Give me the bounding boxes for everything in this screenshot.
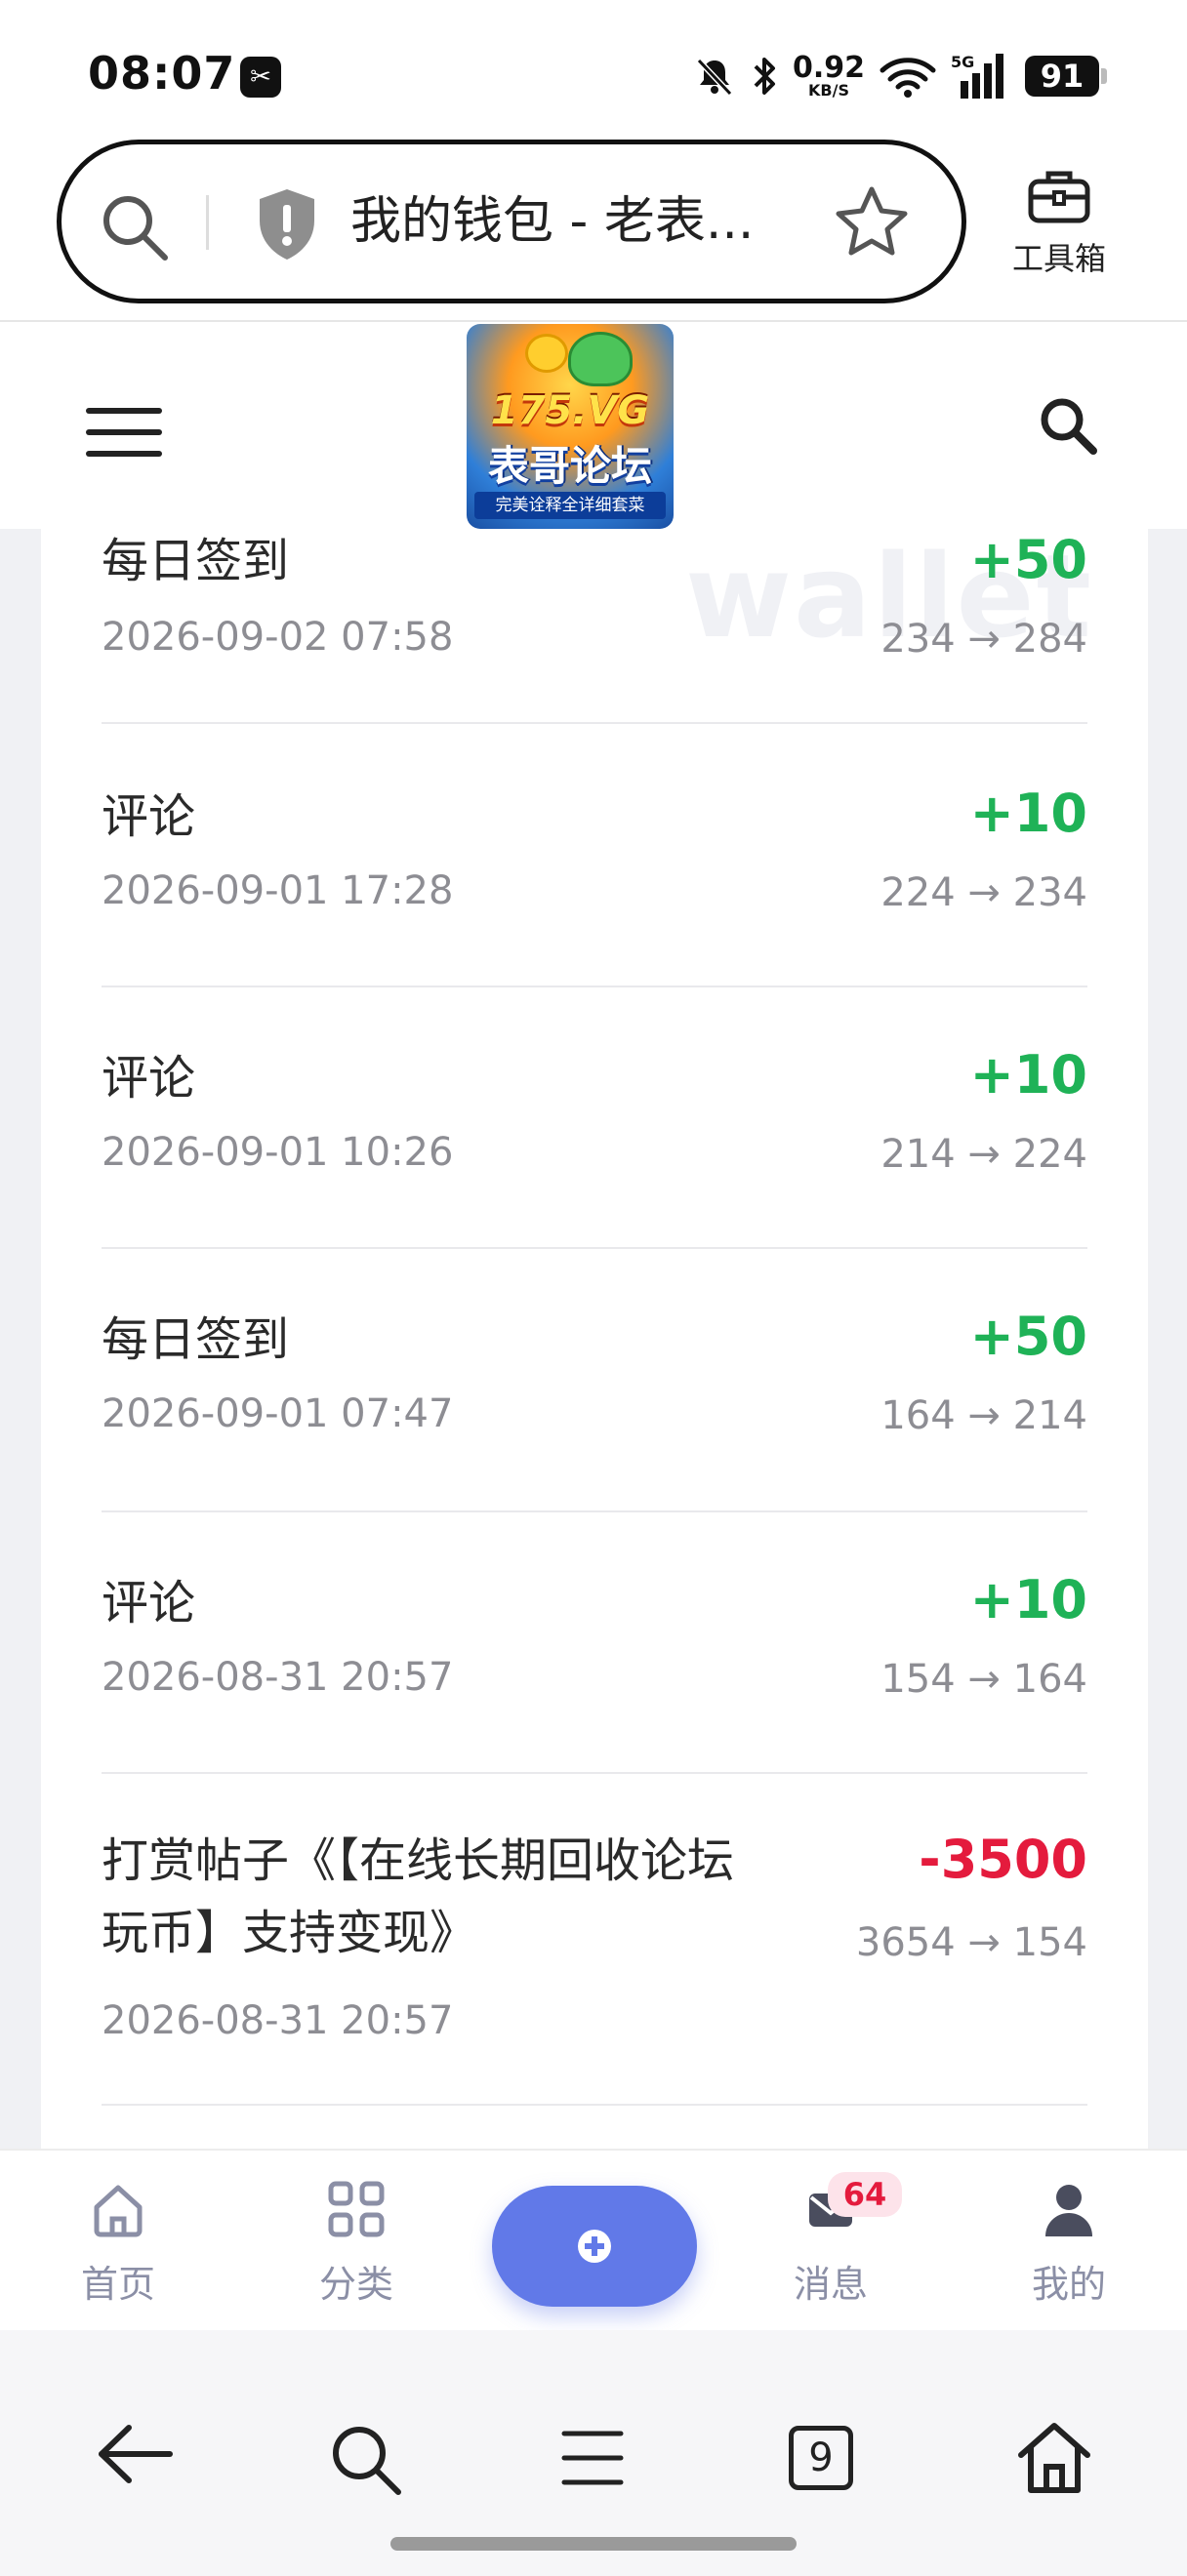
entry-title: 评论 [102, 1576, 196, 1630]
browser-toolbar: 9 [0, 2330, 1187, 2576]
status-bar: 08:07 ✂ 0.92 KB/S 5G 91 [0, 0, 1187, 146]
bluetooth-icon [754, 58, 775, 95]
entry-amount: +10 [969, 783, 1087, 844]
entry-date: 2026-08-31 20:57 [102, 1655, 454, 1700]
nav-home[interactable]: 首页 [45, 2180, 191, 2308]
grid-icon [328, 2181, 385, 2237]
svg-text:5G: 5G [951, 53, 974, 71]
home-icon [94, 2185, 143, 2237]
entry-date: 2026-09-01 10:26 [102, 1130, 454, 1175]
entry-balance: 234 → 284 [880, 617, 1087, 662]
entry-balance: 224 → 234 [880, 870, 1087, 915]
back-arrow-icon[interactable] [96, 2420, 176, 2488]
entry-date: 2026-09-01 17:28 [102, 868, 454, 913]
status-icons: 0.92 KB/S 5G 91 [693, 49, 1107, 103]
wallet-card: wallet 每日签到 2026-09-02 07:58 +50 234 → 2… [41, 529, 1148, 2149]
nav-mine-label: 我的 [1031, 2263, 1106, 2306]
entry-amount: +10 [969, 1569, 1087, 1630]
entry-amount: +50 [969, 529, 1087, 590]
site-header: 175.VG 表哥论坛 完美诠释全详细套菜 [0, 324, 1187, 529]
entry-title-line-1: 打赏帖子《【在线长期回收论坛 [102, 1833, 735, 1888]
shield-warning-icon[interactable] [253, 185, 321, 263]
entry-amount: -3500 [919, 1829, 1087, 1890]
site-search-icon[interactable] [1037, 394, 1099, 457]
entry-balance: 164 → 214 [880, 1393, 1087, 1438]
wallet-entry[interactable]: 评论 2026-09-01 10:26 +10 214 → 224 [102, 987, 1087, 1249]
entry-balance: 3654 → 154 [855, 1920, 1087, 1965]
gesture-bar[interactable] [390, 2537, 797, 2551]
main-content: wallet 每日签到 2026-09-02 07:58 +50 234 → 2… [0, 529, 1187, 2149]
user-icon [1045, 2185, 1092, 2236]
wifi-icon [880, 58, 936, 98]
battery-indicator: 91 [1025, 56, 1107, 97]
home-icon[interactable] [1015, 2420, 1093, 2496]
toolbox-label: 工具箱 [1011, 240, 1106, 277]
messages-badge: 64 [828, 2172, 902, 2217]
site-logo[interactable]: 175.VG 表哥论坛 完美诠释全详细套菜 [467, 324, 674, 529]
address-divider [206, 195, 209, 250]
wallet-entry[interactable]: 打赏帖子《【在线长期回收论坛 玩币】支持变现》 2026-08-31 20:57… [102, 1774, 1087, 2106]
nav-category[interactable]: 分类 [283, 2180, 430, 2308]
search-icon[interactable] [97, 189, 171, 263]
entry-title: 评论 [102, 1051, 196, 1106]
entry-amount: +50 [969, 1306, 1087, 1367]
tabs-button[interactable]: 9 [789, 2426, 853, 2490]
nav-category-label: 分类 [318, 2263, 393, 2306]
wallet-entry[interactable]: 评论 2026-08-31 20:57 +10 154 → 164 [102, 1512, 1087, 1774]
capcut-icon: ✂ [240, 57, 281, 98]
mute-bell-icon [696, 58, 733, 97]
browser-address-row: 我的钱包 - 老表... 工具箱 [0, 137, 1187, 322]
entry-amount: +10 [969, 1044, 1087, 1106]
toolbox-icon [1028, 171, 1090, 223]
entry-title-line-2: 玩币】支持变现》 [102, 1906, 477, 1960]
nav-home-label: 首页 [80, 2263, 155, 2306]
bookmark-star-icon[interactable] [833, 183, 911, 262]
plus-circle-icon [578, 2230, 611, 2263]
nav-mine[interactable]: 我的 [996, 2180, 1142, 2308]
entry-date: 2026-09-01 07:47 [102, 1391, 454, 1436]
wallet-entry[interactable]: 评论 2026-09-01 17:28 +10 224 → 234 [102, 724, 1087, 987]
signal-5g-icon: 5G [951, 53, 1003, 99]
address-bar[interactable]: 我的钱包 - 老表... [57, 140, 966, 303]
entry-date: 2026-09-02 07:58 [102, 615, 454, 660]
bottom-nav: 首页 分类 64 消息 我的 [0, 2149, 1187, 2330]
nav-messages[interactable]: 64 消息 [757, 2172, 904, 2308]
entry-title: 每日签到 [102, 1312, 290, 1367]
gold-ingot-icon [525, 334, 568, 373]
entry-title: 每日签到 [102, 534, 290, 588]
toolbox-button[interactable]: 工具箱 [1005, 166, 1113, 279]
entry-title: 评论 [102, 789, 196, 844]
wallet-entry[interactable]: 每日签到 2026-09-02 07:58 +50 234 → 284 [102, 529, 1087, 724]
net-speed: 0.92 KB/S [792, 51, 865, 100]
nav-messages-label: 消息 [793, 2263, 868, 2306]
menu-icon[interactable] [86, 408, 162, 457]
status-time: 08:07 [88, 47, 236, 100]
address-text[interactable]: 我的钱包 - 老表... [350, 187, 799, 256]
entry-date: 2026-08-31 20:57 [102, 1998, 454, 2043]
search-icon[interactable] [326, 2420, 404, 2498]
new-post-button[interactable] [492, 2186, 697, 2307]
menu-icon[interactable] [560, 2428, 625, 2488]
entry-balance: 154 → 164 [880, 1657, 1087, 1702]
entry-balance: 214 → 224 [880, 1132, 1087, 1177]
wallet-entry[interactable]: 每日签到 2026-09-01 07:47 +50 164 → 214 [102, 1249, 1087, 1512]
dragon-mascot-icon [568, 332, 633, 386]
